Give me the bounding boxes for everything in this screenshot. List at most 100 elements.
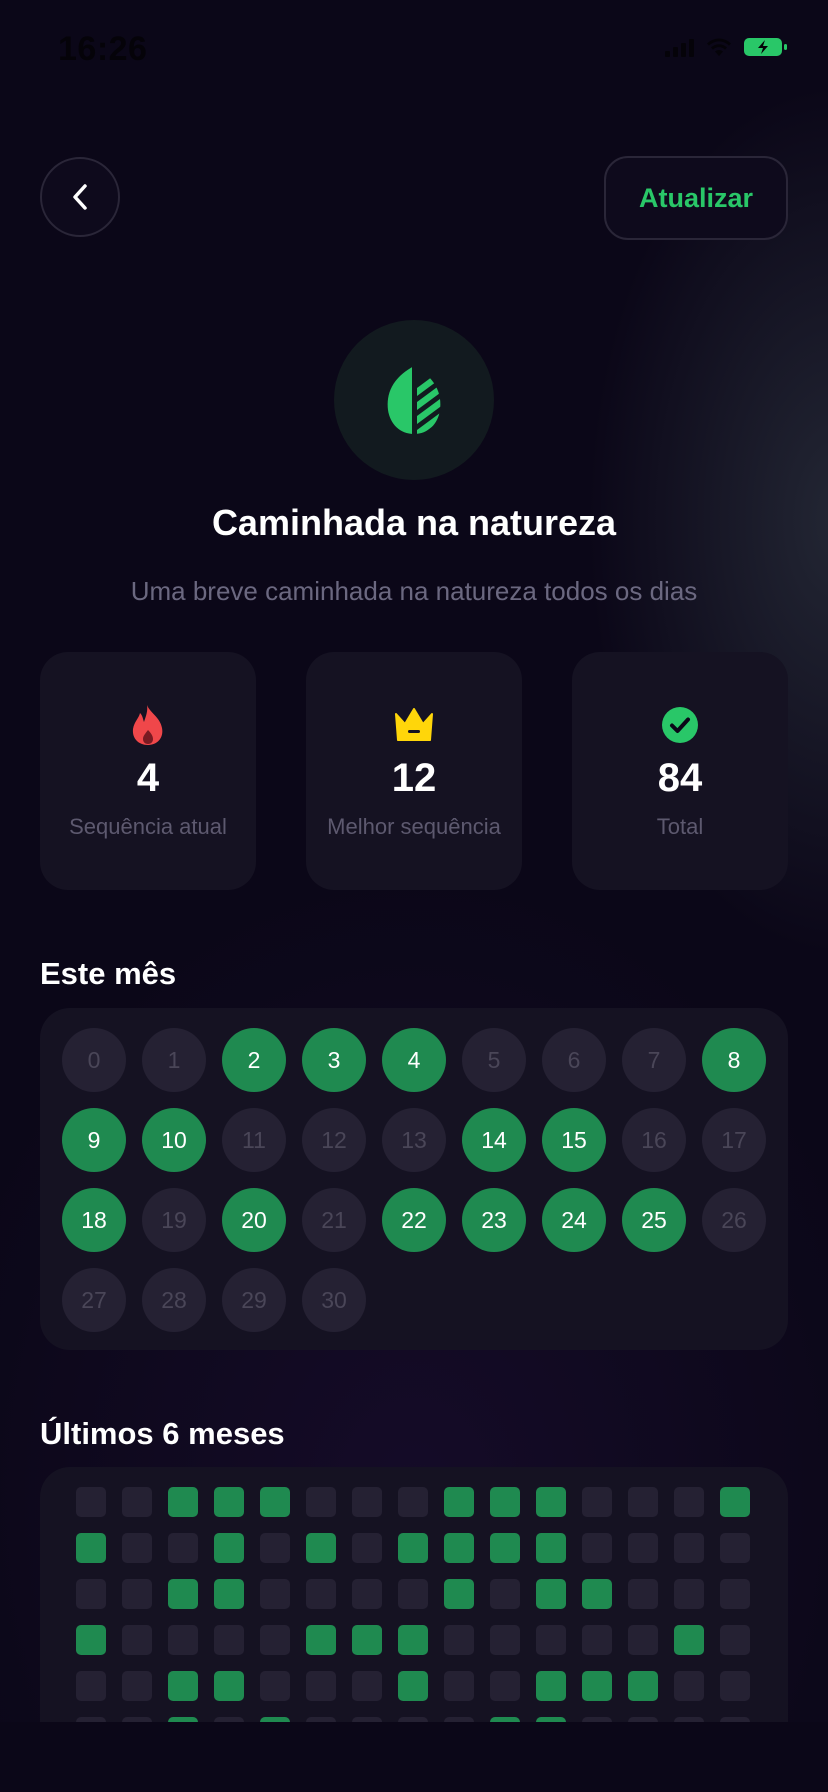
chevron-left-icon [73, 184, 87, 210]
heatmap-cell [674, 1625, 704, 1655]
heatmap-cell [490, 1579, 520, 1609]
day-cell[interactable]: 30 [302, 1268, 366, 1332]
heatmap-cell [536, 1625, 566, 1655]
stat-label: Melhor sequência [327, 814, 501, 839]
heatmap-cell [214, 1625, 244, 1655]
heatmap-cell [76, 1533, 106, 1563]
heatmap-cell [398, 1487, 428, 1517]
day-cell[interactable]: 16 [622, 1108, 686, 1172]
status-bar: 16:26 [0, 0, 828, 100]
heatmap-cell [490, 1625, 520, 1655]
heatmap-grid [76, 1487, 750, 1722]
day-cell[interactable]: 14 [462, 1108, 526, 1172]
heatmap-cell [720, 1579, 750, 1609]
day-cell[interactable]: 8 [702, 1028, 766, 1092]
heatmap-cell [582, 1533, 612, 1563]
stat-card-best-streak: 12 Melhor sequência [306, 652, 522, 890]
day-cell[interactable]: 12 [302, 1108, 366, 1172]
heatmap-cell [306, 1625, 336, 1655]
heatmap-cell [352, 1487, 382, 1517]
heatmap-cell [582, 1625, 612, 1655]
status-time: 16:26 [58, 30, 148, 68]
heatmap-cell [674, 1579, 704, 1609]
heatmap-cell [122, 1579, 152, 1609]
heatmap-cell [536, 1671, 566, 1701]
day-cell[interactable]: 19 [142, 1188, 206, 1252]
day-cell[interactable]: 21 [302, 1188, 366, 1252]
heatmap-cell [490, 1671, 520, 1701]
day-cell[interactable]: 6 [542, 1028, 606, 1092]
heatmap-cell [76, 1487, 106, 1517]
day-cell[interactable]: 5 [462, 1028, 526, 1092]
heatmap-cell [536, 1533, 566, 1563]
stat-card-current-streak: 4 Sequência atual [40, 652, 256, 890]
heatmap-cell [674, 1487, 704, 1517]
refresh-button[interactable]: Atualizar [604, 156, 788, 240]
heatmap-cell [260, 1579, 290, 1609]
wifi-icon [706, 37, 732, 57]
day-cell[interactable]: 0 [62, 1028, 126, 1092]
month-calendar: 0 1 2 3 4 5 6 7 8 9 10 11 12 13 14 15 16 17 18 19 20 21 22 23 24… [40, 1008, 788, 1350]
check-circle-icon [661, 704, 699, 746]
heatmap-cell [352, 1671, 382, 1701]
heatmap-cell [720, 1533, 750, 1563]
heatmap-cell [398, 1533, 428, 1563]
day-cell[interactable]: 11 [222, 1108, 286, 1172]
stat-label: Total [656, 814, 704, 839]
heatmap-cell [628, 1579, 658, 1609]
fire-icon [130, 704, 166, 746]
stat-card-total: 84 Total [572, 652, 788, 890]
stat-value: 84 [657, 756, 703, 800]
heatmap-cell [306, 1533, 336, 1563]
heatmap-cell [122, 1625, 152, 1655]
day-cell[interactable]: 27 [62, 1268, 126, 1332]
heatmap-cell [628, 1487, 658, 1517]
day-cell[interactable]: 17 [702, 1108, 766, 1172]
day-cell[interactable]: 18 [62, 1188, 126, 1252]
day-cell[interactable]: 28 [142, 1268, 206, 1332]
heatmap-cell [168, 1533, 198, 1563]
day-cell[interactable]: 29 [222, 1268, 286, 1332]
heatmap-cell [582, 1671, 612, 1701]
day-cell[interactable]: 15 [542, 1108, 606, 1172]
day-cell[interactable]: 20 [222, 1188, 286, 1252]
heatmap-cell [214, 1487, 244, 1517]
heatmap-cell [444, 1487, 474, 1517]
heatmap-cell [628, 1671, 658, 1701]
crown-icon [393, 704, 435, 746]
heatmap-cell [490, 1533, 520, 1563]
heatmap-cell [720, 1671, 750, 1701]
day-cell[interactable]: 26 [702, 1188, 766, 1252]
day-cell[interactable]: 23 [462, 1188, 526, 1252]
six-months-heatmap [40, 1467, 788, 1722]
heatmap-cell [720, 1487, 750, 1517]
heatmap-cell [444, 1625, 474, 1655]
day-cell[interactable]: 3 [302, 1028, 366, 1092]
day-cell[interactable]: 24 [542, 1188, 606, 1252]
day-cell[interactable]: 1 [142, 1028, 206, 1092]
heatmap-cell [260, 1533, 290, 1563]
day-cell[interactable]: 25 [622, 1188, 686, 1252]
back-button[interactable] [40, 157, 120, 237]
heatmap-cell [490, 1487, 520, 1517]
stat-value: 12 [391, 756, 437, 800]
six-months-section-title: Últimos 6 meses [40, 1416, 285, 1451]
stat-label: Sequência atual [69, 814, 227, 839]
month-grid: 0 1 2 3 4 5 6 7 8 9 10 11 12 13 14 15 16 17 18 19 20 21 22 23 24… [62, 1028, 766, 1332]
day-cell[interactable]: 4 [382, 1028, 446, 1092]
day-cell[interactable]: 13 [382, 1108, 446, 1172]
heatmap-cell [582, 1579, 612, 1609]
day-cell[interactable]: 10 [142, 1108, 206, 1172]
heatmap-cell [168, 1625, 198, 1655]
heatmap-cell [674, 1533, 704, 1563]
heatmap-cell [582, 1487, 612, 1517]
day-cell[interactable]: 2 [222, 1028, 286, 1092]
day-cell[interactable]: 9 [62, 1108, 126, 1172]
day-cell[interactable]: 22 [382, 1188, 446, 1252]
battery-charging-icon [744, 36, 788, 58]
heatmap-cell [444, 1533, 474, 1563]
heatmap-cell [444, 1671, 474, 1701]
heatmap-cell [76, 1625, 106, 1655]
day-cell[interactable]: 7 [622, 1028, 686, 1092]
leaf-icon [387, 366, 441, 434]
